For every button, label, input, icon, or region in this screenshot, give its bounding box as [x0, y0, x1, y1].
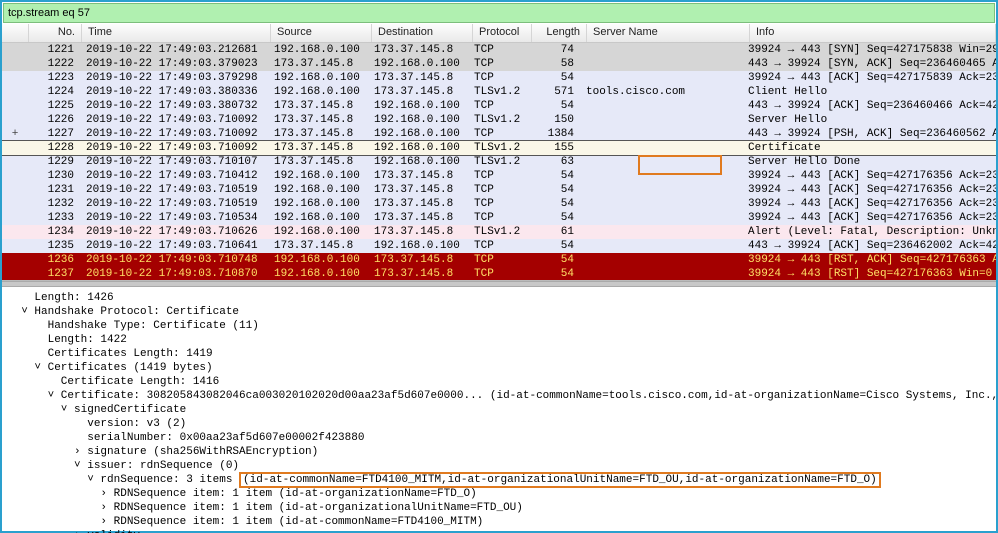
table-row[interactable]: +12272019-10-22 17:49:03.710092173.37.14…: [2, 127, 996, 141]
tree-line[interactable]: › RDNSequence item: 1 item (id-at-common…: [8, 515, 996, 529]
table-row[interactable]: 12232019-10-22 17:49:03.379298192.168.0.…: [2, 71, 996, 85]
table-row[interactable]: 12262019-10-22 17:49:03.710092173.37.145…: [2, 113, 996, 127]
table-row[interactable]: 12292019-10-22 17:49:03.710107173.37.145…: [2, 155, 996, 169]
display-filter-input[interactable]: [6, 6, 992, 20]
col-length[interactable]: Length: [532, 24, 587, 42]
table-row[interactable]: 12342019-10-22 17:49:03.710626192.168.0.…: [2, 225, 996, 239]
packet-list-rows[interactable]: 12212019-10-22 17:49:03.212681192.168.0.…: [2, 43, 996, 281]
table-row[interactable]: 12352019-10-22 17:49:03.710641173.37.145…: [2, 239, 996, 253]
col-source[interactable]: Source: [271, 24, 372, 42]
tree-line[interactable]: ˅ issuer: rdnSequence (0): [8, 459, 996, 473]
tree-line[interactable]: Certificates Length: 1419: [8, 347, 996, 361]
tree-line[interactable]: › RDNSequence item: 1 item (id-at-organi…: [8, 501, 996, 515]
tree-line[interactable]: serialNumber: 0x00aa23af5d607e00002f4238…: [8, 431, 996, 445]
col-protocol[interactable]: Protocol: [473, 24, 532, 42]
col-server-name[interactable]: Server Name: [587, 24, 750, 42]
col-time[interactable]: Time: [82, 24, 271, 42]
tree-line[interactable]: ˅ Certificate: 308205843082046ca00302010…: [8, 389, 996, 403]
tree-line[interactable]: Handshake Type: Certificate (11): [8, 319, 996, 333]
table-row[interactable]: 12212019-10-22 17:49:03.212681192.168.0.…: [2, 43, 996, 57]
tree-line[interactable]: ˅ signedCertificate: [8, 403, 996, 417]
display-filter-bar[interactable]: [3, 3, 995, 23]
table-row[interactable]: 12302019-10-22 17:49:03.710412192.168.0.…: [2, 169, 996, 183]
tree-line[interactable]: Length: 1426: [8, 291, 996, 305]
table-row[interactable]: 12242019-10-22 17:49:03.380336192.168.0.…: [2, 85, 996, 99]
tree-line[interactable]: › RDNSequence item: 1 item (id-at-organi…: [8, 487, 996, 501]
tree-line[interactable]: › signature (sha256WithRSAEncryption): [8, 445, 996, 459]
table-row[interactable]: 12252019-10-22 17:49:03.380732173.37.145…: [2, 99, 996, 113]
tree-line[interactable]: ˅ rdnSequence: 3 items (id-at-commonName…: [8, 473, 996, 487]
table-row[interactable]: 12372019-10-22 17:49:03.710870192.168.0.…: [2, 267, 996, 281]
table-row[interactable]: 12362019-10-22 17:49:03.710748192.168.0.…: [2, 253, 996, 267]
table-row[interactable]: 12332019-10-22 17:49:03.710534192.168.0.…: [2, 211, 996, 225]
tree-line[interactable]: version: v3 (2): [8, 417, 996, 431]
col-info[interactable]: Info: [750, 24, 996, 42]
col-no[interactable]: No.: [29, 24, 82, 42]
table-row[interactable]: 12222019-10-22 17:49:03.379023173.37.145…: [2, 57, 996, 71]
packet-list-pane: No. Time Source Destination Protocol Len…: [2, 24, 996, 281]
tree-line[interactable]: ˅ Certificates (1419 bytes): [8, 361, 996, 375]
tree-line[interactable]: Length: 1422: [8, 333, 996, 347]
tree-line[interactable]: › validity: [8, 529, 996, 533]
col-destination[interactable]: Destination: [372, 24, 473, 42]
annotation-highlight-rdn: (id-at-commonName=FTD4100_MITM,id-at-org…: [239, 472, 881, 488]
tree-line[interactable]: ˅ Handshake Protocol: Certificate: [8, 305, 996, 319]
tree-line[interactable]: Certificate Length: 1416: [8, 375, 996, 389]
packet-list-header: No. Time Source Destination Protocol Len…: [2, 24, 996, 43]
packet-details-pane[interactable]: Length: 1426 ˅ Handshake Protocol: Certi…: [2, 287, 996, 533]
table-row[interactable]: 12312019-10-22 17:49:03.710519192.168.0.…: [2, 183, 996, 197]
table-row[interactable]: 12322019-10-22 17:49:03.710519192.168.0.…: [2, 197, 996, 211]
table-row[interactable]: 12282019-10-22 17:49:03.710092173.37.145…: [2, 141, 996, 155]
